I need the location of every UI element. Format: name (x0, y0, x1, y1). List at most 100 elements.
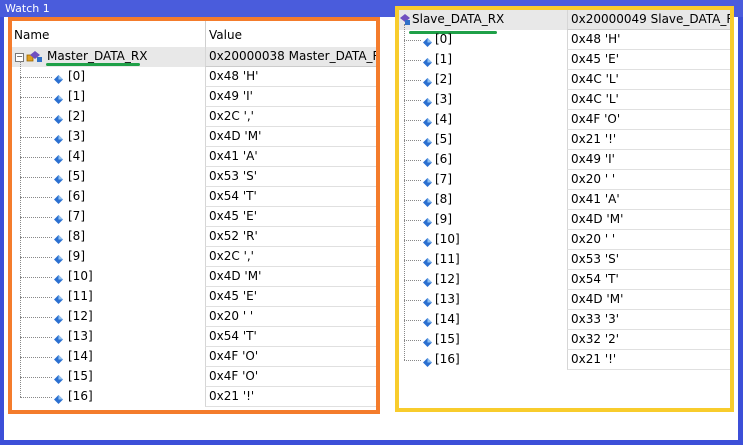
watch-item-row[interactable]: [13] 0x54 'T' (12, 327, 376, 347)
item-value[interactable]: 0x45 'E' (205, 207, 376, 227)
item-value[interactable]: 0x53 'S' (567, 250, 730, 270)
item-index: [10] (435, 232, 460, 246)
watch-item-row[interactable]: [4] 0x4F 'O' (399, 110, 730, 130)
watch-item-row[interactable]: [2] 0x2C ',' (12, 107, 376, 127)
item-value[interactable]: 0x49 'I' (567, 150, 730, 170)
blue-gem-icon (54, 351, 63, 364)
watch-item-row[interactable]: [15] 0x4F 'O' (12, 367, 376, 387)
item-value[interactable]: 0x32 '2' (567, 330, 730, 350)
tree-connector (20, 237, 52, 238)
item-value[interactable]: 0x20 ' ' (205, 307, 376, 327)
watch-item-row[interactable]: [8] 0x52 'R' (12, 227, 376, 247)
item-value[interactable]: 0x4F 'O' (205, 347, 376, 367)
item-value[interactable]: 0x4D 'M' (567, 210, 730, 230)
item-value[interactable]: 0x4D 'M' (205, 267, 376, 287)
item-value[interactable]: 0x52 'R' (205, 227, 376, 247)
blue-gem-icon (423, 254, 432, 267)
watch-item-row[interactable]: [1] 0x45 'E' (399, 50, 730, 70)
watch-item-row[interactable]: [14] 0x33 '3' (399, 310, 730, 330)
item-value[interactable]: 0x45 'E' (205, 287, 376, 307)
item-value[interactable]: 0x4F 'O' (205, 367, 376, 387)
item-value[interactable]: 0x4F 'O' (567, 110, 730, 130)
item-index: [4] (435, 112, 452, 126)
watch-item-row[interactable]: [16] 0x21 '!' (399, 350, 730, 370)
item-value[interactable]: 0x21 '!' (205, 387, 376, 407)
item-index: [5] (68, 169, 85, 183)
tree-connector (20, 377, 52, 378)
item-index: [7] (68, 209, 85, 223)
item-value[interactable]: 0x21 '!' (567, 130, 730, 150)
watch-item-row[interactable]: [5] 0x53 'S' (12, 167, 376, 187)
watch-item-row[interactable]: [9] 0x4D 'M' (399, 210, 730, 230)
watch-item-row[interactable]: [12] 0x54 'T' (399, 270, 730, 290)
item-value[interactable]: 0x2C ',' (205, 107, 376, 127)
tree-connector (20, 397, 52, 398)
watch-item-row[interactable]: [1] 0x49 'I' (12, 87, 376, 107)
item-value[interactable]: 0x2C ',' (205, 247, 376, 267)
name-column-header[interactable]: Name (14, 26, 49, 45)
watch-item-row[interactable]: [11] 0x53 'S' (399, 250, 730, 270)
watch-item-row[interactable]: [10] 0x20 ' ' (399, 230, 730, 250)
item-value[interactable]: 0x4C 'L' (567, 90, 730, 110)
watch-item-row[interactable]: [15] 0x32 '2' (399, 330, 730, 350)
item-value[interactable]: 0x54 'T' (205, 327, 376, 347)
item-value[interactable]: 0x4D 'M' (567, 290, 730, 310)
item-value[interactable]: 0x48 'H' (567, 30, 730, 50)
item-value[interactable]: 0x41 'A' (205, 147, 376, 167)
watch-item-row[interactable]: [3] 0x4C 'L' (399, 90, 730, 110)
item-value[interactable]: 0x4D 'M' (205, 127, 376, 147)
blue-gem-icon (54, 211, 63, 224)
watch-item-row[interactable]: [16] 0x21 '!' (12, 387, 376, 407)
item-value[interactable]: 0x33 '3' (567, 310, 730, 330)
watch-item-row[interactable]: [2] 0x4C 'L' (399, 70, 730, 90)
item-value[interactable]: 0x20 ' ' (567, 170, 730, 190)
tree-connector (20, 297, 52, 298)
blue-gem-icon (54, 311, 63, 324)
item-index: [5] (435, 132, 452, 146)
watch-item-row[interactable]: [3] 0x4D 'M' (12, 127, 376, 147)
item-value[interactable]: 0x48 'H' (205, 67, 376, 87)
blue-gem-icon (54, 371, 63, 384)
watch-item-row[interactable]: [14] 0x4F 'O' (12, 347, 376, 367)
blue-gem-icon (423, 234, 432, 247)
watch-item-row[interactable]: [6] 0x54 'T' (12, 187, 376, 207)
blue-gem-icon (54, 111, 63, 124)
window-title: Watch 1 (5, 2, 50, 15)
item-index: [8] (435, 192, 452, 206)
blue-gem-icon (54, 391, 63, 404)
watch-item-row[interactable]: [6] 0x49 'I' (399, 150, 730, 170)
item-index: [0] (435, 32, 452, 46)
watch-item-row[interactable]: [8] 0x41 'A' (399, 190, 730, 210)
item-value[interactable]: 0x54 'T' (205, 187, 376, 207)
item-index: [16] (68, 389, 93, 403)
watch-item-row[interactable]: [13] 0x4D 'M' (399, 290, 730, 310)
tree-connector (20, 197, 52, 198)
watch-item-row[interactable]: [7] 0x20 ' ' (399, 170, 730, 190)
slave-root-value: 0x20000049 Slave_DATA_RX[] ' (567, 10, 730, 30)
tree-connector (20, 257, 52, 258)
tree-connector (404, 160, 421, 161)
item-value[interactable]: 0x21 '!' (567, 350, 730, 370)
watch-item-row[interactable]: [4] 0x41 'A' (12, 147, 376, 167)
blue-gem-icon (54, 331, 63, 344)
item-value[interactable]: 0x49 'I' (205, 87, 376, 107)
value-column-header[interactable]: Value (209, 26, 242, 45)
watch-item-row[interactable]: [10] 0x4D 'M' (12, 267, 376, 287)
blue-gem-icon (54, 91, 63, 104)
item-value[interactable]: 0x45 'E' (567, 50, 730, 70)
item-value[interactable]: 0x54 'T' (567, 270, 730, 290)
slave-root-row[interactable]: Slave_DATA_RX 0x20000049 Slave_DATA_RX[]… (399, 10, 730, 30)
watch-item-row[interactable]: [12] 0x20 ' ' (12, 307, 376, 327)
item-value[interactable]: 0x41 'A' (567, 190, 730, 210)
watch-item-row[interactable]: [0] 0x48 'H' (12, 67, 376, 87)
item-value[interactable]: 0x53 'S' (205, 167, 376, 187)
item-value[interactable]: 0x4C 'L' (567, 70, 730, 90)
item-index: [7] (435, 172, 452, 186)
watch-item-row[interactable]: [5] 0x21 '!' (399, 130, 730, 150)
watch-item-row[interactable]: [0] 0x48 'H' (399, 30, 730, 50)
item-value[interactable]: 0x20 ' ' (567, 230, 730, 250)
watch-item-row[interactable]: [11] 0x45 'E' (12, 287, 376, 307)
watch-item-row[interactable]: [9] 0x2C ',' (12, 247, 376, 267)
watch-item-row[interactable]: [7] 0x45 'E' (12, 207, 376, 227)
column-divider[interactable] (205, 21, 206, 47)
